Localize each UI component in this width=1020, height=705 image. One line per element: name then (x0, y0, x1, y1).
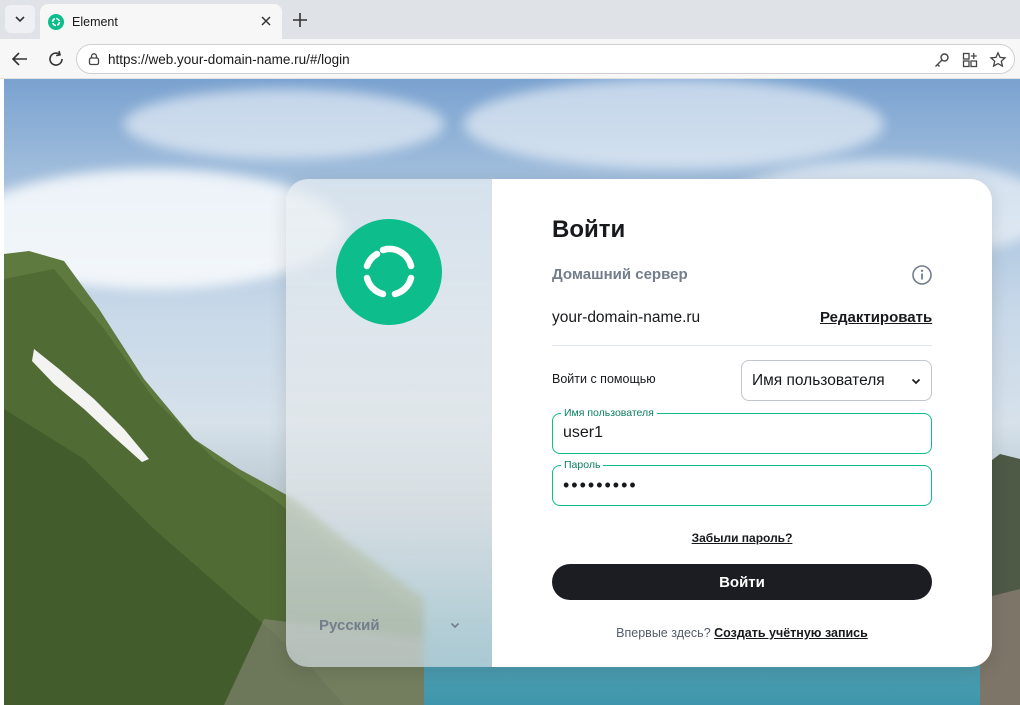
address-bar[interactable]: https://web.your-domain-name.ru/#/login (76, 44, 1015, 74)
apps-icon[interactable] (960, 50, 980, 70)
tab-title: Element (72, 14, 118, 29)
browser-tabstrip: Element (0, 0, 1020, 39)
info-icon[interactable] (910, 263, 934, 287)
new-tab-button[interactable] (288, 8, 312, 32)
new-here-text: Впервые здесь? (616, 626, 711, 640)
browser-toolbar: https://web.your-domain-name.ru/#/login (0, 39, 1020, 79)
password-value: ••••••••• (563, 475, 638, 495)
create-account-link[interactable]: Создать учётную запись (714, 626, 868, 640)
forgot-password-link[interactable]: Забыли пароль? (552, 531, 932, 545)
browser-tab[interactable]: Element (40, 4, 282, 39)
login-method-value: Имя пользователя (752, 372, 885, 389)
homeserver-label: Домашний сервер (552, 266, 688, 283)
chevron-down-icon (909, 374, 923, 388)
reload-icon (49, 50, 63, 66)
login-method-select[interactable]: Имя пользователя (741, 360, 932, 401)
close-icon[interactable] (258, 13, 274, 29)
username-field[interactable]: Имя пользователя user1 (552, 406, 932, 454)
url-prefix: https:// (108, 52, 149, 67)
divider (552, 345, 932, 346)
arrow-left-icon (11, 52, 27, 66)
cloud (464, 79, 884, 169)
auth-side-panel: Русский (286, 179, 492, 667)
edit-homeserver-link[interactable]: Редактировать (820, 309, 932, 326)
login-form-panel: Войти Домашний сервер your-domain-name.r… (492, 179, 992, 667)
lock-icon[interactable] (86, 51, 102, 67)
element-logo-icon (48, 13, 64, 30)
homeserver-value: your-domain-name.ru (552, 309, 701, 326)
star-icon[interactable] (988, 50, 1008, 70)
username-field-label: Имя пользователя (561, 406, 657, 420)
chevron-down-icon (15, 16, 25, 23)
url-host: web.your-domain-name.ru (148, 52, 307, 67)
tab-list-button[interactable] (5, 5, 35, 33)
element-logo-icon (336, 219, 442, 325)
url-text[interactable]: https://web.your-domain-name.ru/#/login (108, 52, 350, 67)
plus-icon (293, 13, 307, 27)
sign-in-button[interactable]: Войти (552, 564, 932, 600)
chevron-down-icon (450, 622, 460, 629)
auth-card: Русский Войти Домашний сервер your-domai… (286, 179, 992, 667)
login-with-label: Войти с помощью (552, 372, 656, 386)
password-field[interactable]: Пароль ••••••••• (552, 458, 932, 506)
reload-button[interactable] (44, 47, 68, 71)
password-field-label: Пароль (561, 458, 604, 472)
username-value: user1 (563, 424, 604, 441)
back-button[interactable] (8, 47, 32, 71)
key-icon[interactable] (932, 50, 952, 70)
signup-prompt: Впервые здесь? Создать учётную запись (552, 626, 932, 640)
page-title: Войти (552, 216, 626, 243)
language-label: Русский (319, 616, 380, 634)
language-selector[interactable]: Русский (319, 615, 461, 635)
url-path: /#/login (306, 52, 350, 67)
